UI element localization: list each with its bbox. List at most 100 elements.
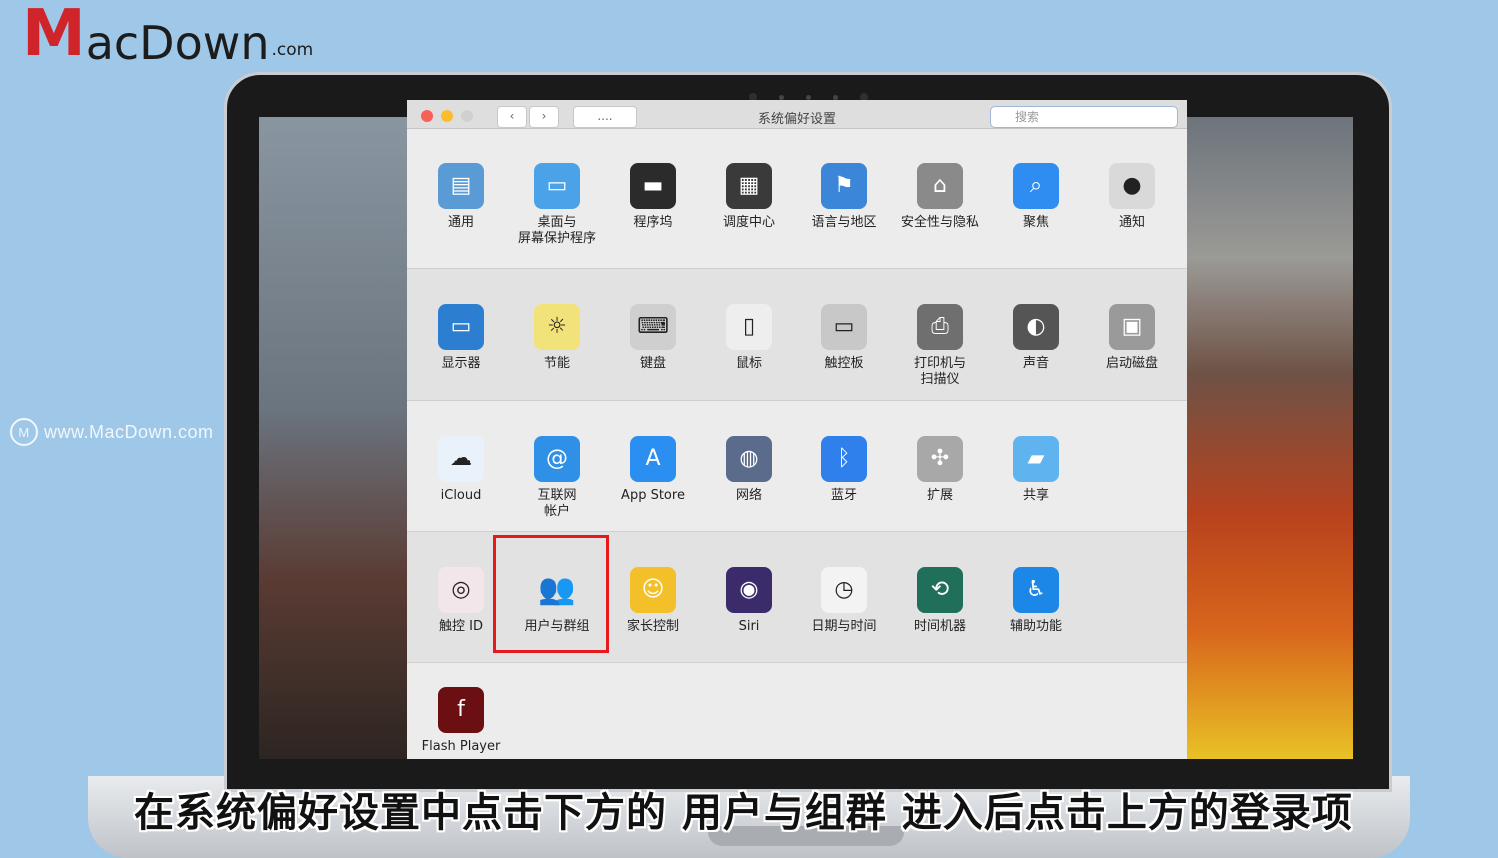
pref-accessibility[interactable]: ♿ 辅助功能 [988, 567, 1084, 635]
mission-control-icon: ▦ [726, 163, 772, 209]
pref-sharing[interactable]: ▰ 共享 [988, 436, 1084, 504]
bulb-icon: ☼ [534, 304, 580, 350]
dock-icon: ▬ [630, 163, 676, 209]
pref-extensions[interactable]: ✣ 扩展 [892, 436, 988, 504]
speaker-icon: ◐ [1013, 304, 1059, 350]
pref-label: 节能 [543, 356, 570, 371]
pref-time-machine[interactable]: ⟲ 时间机器 [892, 567, 988, 635]
pref-keyboard[interactable]: ⌨ 键盘 [605, 304, 701, 372]
magnifier-icon: ⌕ [1013, 163, 1059, 209]
pref-label: 打印机与 扫描仪 [913, 356, 966, 387]
pref-printers-scanners[interactable]: ⎙ 打印机与 扫描仪 [892, 304, 988, 388]
pref-label: 时间机器 [913, 619, 966, 634]
pref-label: 聚焦 [1022, 215, 1049, 230]
logo-text: acDown [85, 16, 270, 70]
logo-suffix: .com [271, 40, 314, 60]
pref-internet-accounts[interactable]: @ 互联网 帐户 [509, 436, 605, 520]
pref-flash-player[interactable]: f Flash Player [413, 687, 509, 755]
pref-label: 互联网 帐户 [537, 488, 577, 519]
pref-trackpad[interactable]: ▭ 触控板 [796, 304, 892, 372]
printer-icon: ⎙ [917, 304, 963, 350]
wallpaper-right [1183, 117, 1353, 759]
family-icon: ☺ [630, 567, 676, 613]
app-store-icon: A [630, 436, 676, 482]
pref-mission-control[interactable]: ▦ 调度中心 [701, 163, 797, 231]
flag-icon: ⚑ [821, 163, 867, 209]
pref-label: 声音 [1022, 356, 1049, 371]
at-icon: @ [534, 436, 580, 482]
subtitle-caption: 在系统偏好设置中点击下方的 用户与组群 进入后点击上方的登录项 [134, 790, 1353, 836]
prefs-row-5: f Flash Player [407, 663, 1187, 759]
cloud-icon: ☁ [438, 436, 484, 482]
watermark-text: www.MacDown.com [44, 421, 214, 442]
bluetooth-icon: ᛒ [821, 436, 867, 482]
pref-date-time[interactable]: ◷ 日期与时间 [796, 567, 892, 635]
pref-network[interactable]: ◍ 网络 [701, 436, 797, 504]
prefs-row-2: ▭ 显示器 ☼ 节能 ⌨ 键盘 ▯ 鼠标 ▭ 触控板 ⎙ 打印机与 扫描仪 ◐ 声音 ▣ 启动磁盘 [407, 269, 1187, 400]
pref-general[interactable]: ▤ 通用 [413, 163, 509, 231]
pref-sound[interactable]: ◐ 声音 [988, 304, 1084, 372]
pref-label: 显示器 [441, 356, 481, 371]
pref-label: 通知 [1118, 215, 1145, 230]
mouse-icon: ▯ [726, 304, 772, 350]
title-bar: ‹ › .... 系统偏好设置 搜索 [407, 100, 1187, 129]
puzzle-icon: ✣ [917, 436, 963, 482]
pref-label: 蓝牙 [830, 488, 857, 503]
macdown-logo: M acDown .com [22, 0, 313, 66]
pref-label: 扩展 [926, 488, 953, 503]
pref-label: Siri [738, 619, 760, 634]
pref-mouse[interactable]: ▯ 鼠标 [701, 304, 797, 372]
watermark: M www.MacDown.com [10, 418, 214, 446]
accessibility-icon: ♿ [1013, 567, 1059, 613]
pref-parental-controls[interactable]: ☺ 家长控制 [605, 567, 701, 635]
prefs-row-3: ☁ iCloud @ 互联网 帐户 A App Store ◍ 网络 ᛒ 蓝牙 ✣ 扩展 ▰ 共享 [407, 401, 1187, 531]
folder-icon: ▰ [1013, 436, 1059, 482]
pref-label: 辅助功能 [1009, 619, 1062, 634]
logo-mark: M [22, 0, 86, 71]
pref-label: 安全性与隐私 [900, 215, 979, 230]
pref-label: 网络 [735, 488, 762, 503]
system-preferences-window: ‹ › .... 系统偏好设置 搜索 ▤ 通用 ▭ 桌面与 屏幕保护程序 ▬ 程序坞 ▦ 调度… [407, 100, 1187, 759]
pref-dock[interactable]: ▬ 程序坞 [605, 163, 701, 231]
pref-spotlight[interactable]: ⌕ 聚焦 [988, 163, 1084, 231]
trackpad-icon: ▭ [821, 304, 867, 350]
pref-label: 家长控制 [626, 619, 679, 634]
pref-label: App Store [621, 488, 685, 503]
siri-icon: ◉ [726, 567, 772, 613]
pref-label: 程序坞 [633, 215, 673, 230]
pref-siri[interactable]: ◉ Siri [701, 567, 797, 635]
pref-label: 调度中心 [722, 215, 775, 230]
clock-icon: ◷ [821, 567, 867, 613]
search-field[interactable]: 搜索 [990, 106, 1178, 128]
pref-energy-saver[interactable]: ☼ 节能 [509, 304, 605, 372]
pref-displays[interactable]: ▭ 显示器 [413, 304, 509, 372]
pref-notifications[interactable]: ● 通知 [1084, 163, 1180, 231]
pref-label: 键盘 [639, 356, 666, 371]
pref-label: Flash Player [421, 739, 501, 754]
highlight-users-groups [493, 535, 609, 653]
time-machine-icon: ⟲ [917, 567, 963, 613]
desktop-icon: ▭ [534, 163, 580, 209]
keyboard-icon: ⌨ [630, 304, 676, 350]
monitor-icon: ▭ [438, 304, 484, 350]
pref-bluetooth[interactable]: ᛒ 蓝牙 [796, 436, 892, 504]
pref-label: 通用 [447, 215, 474, 230]
notification-icon: ● [1109, 163, 1155, 209]
pref-app-store[interactable]: A App Store [605, 436, 701, 504]
pref-startup-disk[interactable]: ▣ 启动磁盘 [1084, 304, 1180, 372]
pref-icloud[interactable]: ☁ iCloud [413, 436, 509, 504]
globe-icon: ◍ [726, 436, 772, 482]
pref-security-privacy[interactable]: ⌂ 安全性与隐私 [892, 163, 988, 231]
file-icon: ▤ [438, 163, 484, 209]
pref-desktop-screensaver[interactable]: ▭ 桌面与 屏幕保护程序 [509, 163, 605, 247]
pref-label: 桌面与 屏幕保护程序 [517, 215, 596, 246]
macdown-m-icon: M [10, 418, 38, 446]
disk-icon: ▣ [1109, 304, 1155, 350]
wallpaper-left [259, 117, 409, 759]
flash-icon: f [438, 687, 484, 733]
pref-label: 共享 [1022, 488, 1049, 503]
fingerprint-icon: ◎ [438, 567, 484, 613]
pref-language-region[interactable]: ⚑ 语言与地区 [796, 163, 892, 231]
pref-label: 触控板 [824, 356, 864, 371]
prefs-row-1: ▤ 通用 ▭ 桌面与 屏幕保护程序 ▬ 程序坞 ▦ 调度中心 ⚑ 语言与地区 ⌂ 安全性与隐私 ⌕ 聚焦 ●… [407, 128, 1187, 268]
